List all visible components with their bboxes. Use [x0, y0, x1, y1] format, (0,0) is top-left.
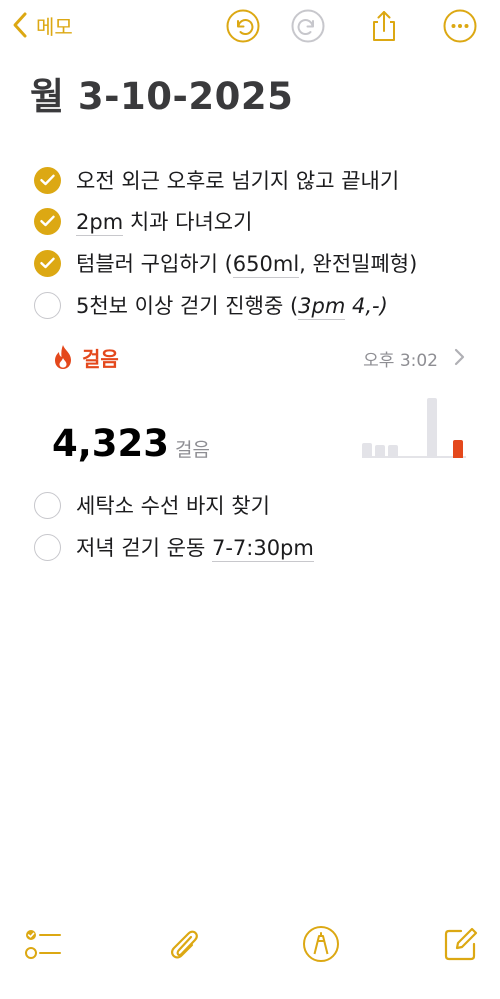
- checklist-item: 2pm 치과 다녀오기: [34, 205, 252, 237]
- checklist-item: 오전 외근 오후로 넘기지 않고 끝내기: [34, 164, 399, 196]
- back-button[interactable]: 메모: [8, 8, 73, 42]
- share-icon: [373, 11, 395, 41]
- undo-button[interactable]: [226, 9, 260, 43]
- chevron-right-icon: [454, 348, 465, 366]
- undo-icon: [226, 9, 260, 43]
- checklist-item-text[interactable]: 2pm 치과 다녀오기: [76, 206, 252, 236]
- steps-bar: [440, 456, 450, 458]
- steps-bar: [362, 443, 372, 458]
- checked-circle-icon[interactable]: [34, 249, 61, 277]
- empty-circle-icon[interactable]: [34, 491, 61, 519]
- checklist-item-text[interactable]: 오전 외근 오후로 넘기지 않고 끝내기: [76, 165, 399, 195]
- flame-icon: [55, 345, 71, 369]
- top-navigation-bar: 메모: [0, 0, 500, 52]
- bottom-toolbar: [0, 908, 500, 978]
- steps-bar: [375, 445, 385, 458]
- steps-bar: [388, 445, 398, 458]
- paperclip-icon: [171, 930, 198, 959]
- checklist-item: 저녁 걷기 운동 7-7:30pm: [34, 531, 314, 563]
- empty-circle-icon[interactable]: [34, 291, 61, 319]
- compose-icon: [444, 927, 478, 961]
- steps-bar-chart: [362, 396, 466, 458]
- checklist-item-text[interactable]: 세탁소 수선 바지 찾기: [76, 490, 270, 520]
- steps-unit: 걸음: [175, 439, 211, 461]
- steps-bar: [427, 398, 437, 458]
- steps-bar: [453, 440, 463, 458]
- checklist-item-text[interactable]: 저녁 걷기 운동 7-7:30pm: [76, 532, 314, 562]
- note-title[interactable]: 월 3-10-2025: [30, 66, 293, 120]
- checklist-button[interactable]: [24, 924, 64, 964]
- chevron-left-icon: [13, 12, 27, 38]
- redo-button[interactable]: [291, 9, 325, 43]
- pen-markup-icon: [303, 926, 339, 962]
- share-button[interactable]: [367, 9, 401, 43]
- checklist-item-text[interactable]: 텀블러 구입하기 (650ml, 완전밀폐형): [76, 248, 417, 278]
- checked-circle-icon[interactable]: [34, 207, 61, 235]
- attachment-button[interactable]: [164, 924, 204, 964]
- checked-circle-icon[interactable]: [34, 166, 61, 194]
- steps-activity-header[interactable]: 걸음 오후 3:02: [52, 342, 470, 372]
- more-icon: [443, 9, 477, 43]
- activity-title: 걸음: [82, 346, 119, 371]
- compose-button[interactable]: [441, 924, 481, 964]
- detected-time-link[interactable]: 3pm: [298, 294, 346, 320]
- markup-button[interactable]: [301, 924, 341, 964]
- empty-circle-icon[interactable]: [34, 533, 61, 561]
- activity-time: 오후 3:02: [363, 351, 438, 371]
- detected-time-link[interactable]: 2pm: [76, 210, 124, 236]
- back-label: 메모: [36, 14, 73, 39]
- checklist-item-text[interactable]: 5천보 이상 걷기 진행중 (3pm 4,-): [76, 290, 388, 320]
- activity-value-group: 4,323 걸음: [52, 422, 210, 465]
- detected-time-link[interactable]: 7-7:30pm: [211, 536, 314, 562]
- checklist-icon: [25, 930, 61, 959]
- checklist-item: 텀블러 구입하기 (650ml, 완전밀폐형): [34, 247, 417, 279]
- checklist-item: 5천보 이상 걷기 진행중 (3pm 4,-): [34, 289, 388, 321]
- steps-count: 4,323: [52, 422, 170, 465]
- detected-unit-link[interactable]: 650ml: [232, 252, 300, 278]
- checklist-item: 세탁소 수선 바지 찾기: [34, 489, 270, 521]
- redo-icon: [291, 9, 325, 43]
- more-button[interactable]: [443, 9, 477, 43]
